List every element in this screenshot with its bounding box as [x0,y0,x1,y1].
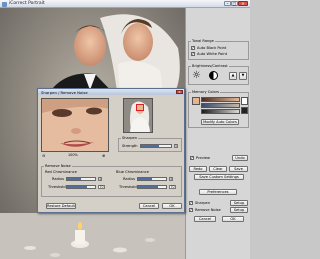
blue-chrominance-title: Blue Chrominance [116,170,149,174]
red-radius-value[interactable]: 4 [98,177,102,181]
red-threshold-value[interactable]: 70 [98,185,105,189]
auto-white-point-label: Auto White Point [197,52,228,56]
preferences-button[interactable]: Preferences [199,189,237,195]
zoom-preview[interactable] [41,98,109,152]
dialog-remove-noise-group: Remove Noise Red Chrominance Radius 4 Th… [41,164,182,197]
blue-radius-value[interactable]: 4 [169,177,173,181]
blue-radius-slider[interactable] [137,177,167,181]
black-swatch[interactable] [241,107,248,114]
save-button[interactable]: Save [229,166,248,172]
brightness-down-icon[interactable]: ▼ [239,72,247,80]
tonal-range-group: Tonal Range Auto Black Point Auto White … [188,39,249,60]
red-chrominance-title: Red Chrominance [45,170,77,174]
dialog-sharpen-group: Sharpen Strength 5 [118,136,182,152]
skin-tone-slider[interactable] [201,97,240,102]
skin-swatch[interactable] [192,97,200,105]
blue-radius-label: Radius [123,177,136,181]
zoom-level: 100% [68,153,78,157]
maximize-icon[interactable]: □ [231,1,238,6]
noise-setup-button[interactable]: Setup [230,207,248,213]
window-title: iCorrect Portrait [9,1,45,6]
sharpen-checkbox[interactable] [189,200,193,205]
auto-black-point-checkbox[interactable] [191,45,195,50]
zoomed-face-image [42,99,108,151]
navigator-thumbnail[interactable] [123,98,153,133]
tonal-range-title: Tonal Range [191,39,215,43]
strength-label: Strength [122,144,138,148]
dialog-cancel-button[interactable]: Cancel [139,203,159,209]
cancel-button[interactable]: Cancel [194,216,216,222]
gray-tone-slider[interactable] [201,109,240,114]
app-icon [2,1,7,7]
memory-colors-group: Memory Colors Modify Auto Colors [188,90,249,128]
white-swatch[interactable] [241,97,248,105]
ok-button[interactable]: OK [222,216,244,222]
memory-colors-title: Memory Colors [191,90,221,94]
remove-noise-label: Remove Noise [195,208,221,212]
neutral-tone-slider[interactable] [201,103,240,108]
window-title-bar: iCorrect Portrait – □ × [0,0,250,8]
contrast-icon [209,71,218,80]
redo-button[interactable]: Redo [189,166,207,172]
red-radius-label: Radius [52,177,65,181]
brightness-icon: ☼ [192,70,201,81]
red-radius-slider[interactable] [66,177,96,181]
preview-label: Preview [196,156,210,160]
minimize-icon[interactable]: – [224,1,231,6]
strength-value[interactable]: 5 [174,144,178,148]
sharpen-setup-button[interactable]: Setup [230,200,248,206]
sharpen-remove-noise-dialog: Sharpen / Remove Noise × ⊖ 100% ⊕ Sharpe… [37,88,185,213]
blue-threshold-slider[interactable] [137,185,167,189]
sharpen-label: Sharpen [195,201,211,205]
remove-noise-checkbox[interactable] [189,207,193,212]
red-threshold-slider[interactable] [66,185,96,189]
controls-panel: Tonal Range Auto Black Point Auto White … [185,8,250,259]
red-threshold-label: Threshold [48,185,66,189]
brightness-contrast-group: Brightness/Contrast ☼ ▲ ▼ [188,64,249,85]
auto-white-point-checkbox[interactable] [191,51,195,56]
blue-threshold-value[interactable]: 70 [169,185,176,189]
view-rect[interactable] [136,104,144,111]
zoom-in-icon[interactable]: ⊕ [102,153,105,158]
brightness-up-icon[interactable]: ▲ [229,72,237,80]
dialog-title: Sharpen / Remove Noise [41,89,88,95]
dialog-sharpen-title: Sharpen [121,136,139,140]
zoom-out-icon[interactable]: ⊖ [42,153,45,158]
clear-button[interactable]: Clear [209,166,227,172]
remove-noise-title: Remove Noise [44,164,72,168]
modify-auto-colors-button[interactable]: Modify Auto Colors [201,119,239,125]
close-icon[interactable]: × [238,1,248,6]
brightness-contrast-title: Brightness/Contrast [191,64,229,68]
dialog-title-bar: Sharpen / Remove Noise × [38,89,184,95]
undo-button[interactable]: Undo [232,155,248,161]
blue-threshold-label: Threshold [119,185,137,189]
restore-defaults-button[interactable]: Restore Defaults [46,203,76,209]
preview-checkbox[interactable] [190,155,194,160]
dialog-ok-button[interactable]: OK [162,203,182,209]
dialog-close-icon[interactable]: × [176,89,183,94]
auto-black-point-label: Auto Black Point [197,46,227,50]
save-custom-settings-button[interactable]: Save Custom Settings [194,174,244,180]
strength-slider[interactable] [140,144,172,148]
